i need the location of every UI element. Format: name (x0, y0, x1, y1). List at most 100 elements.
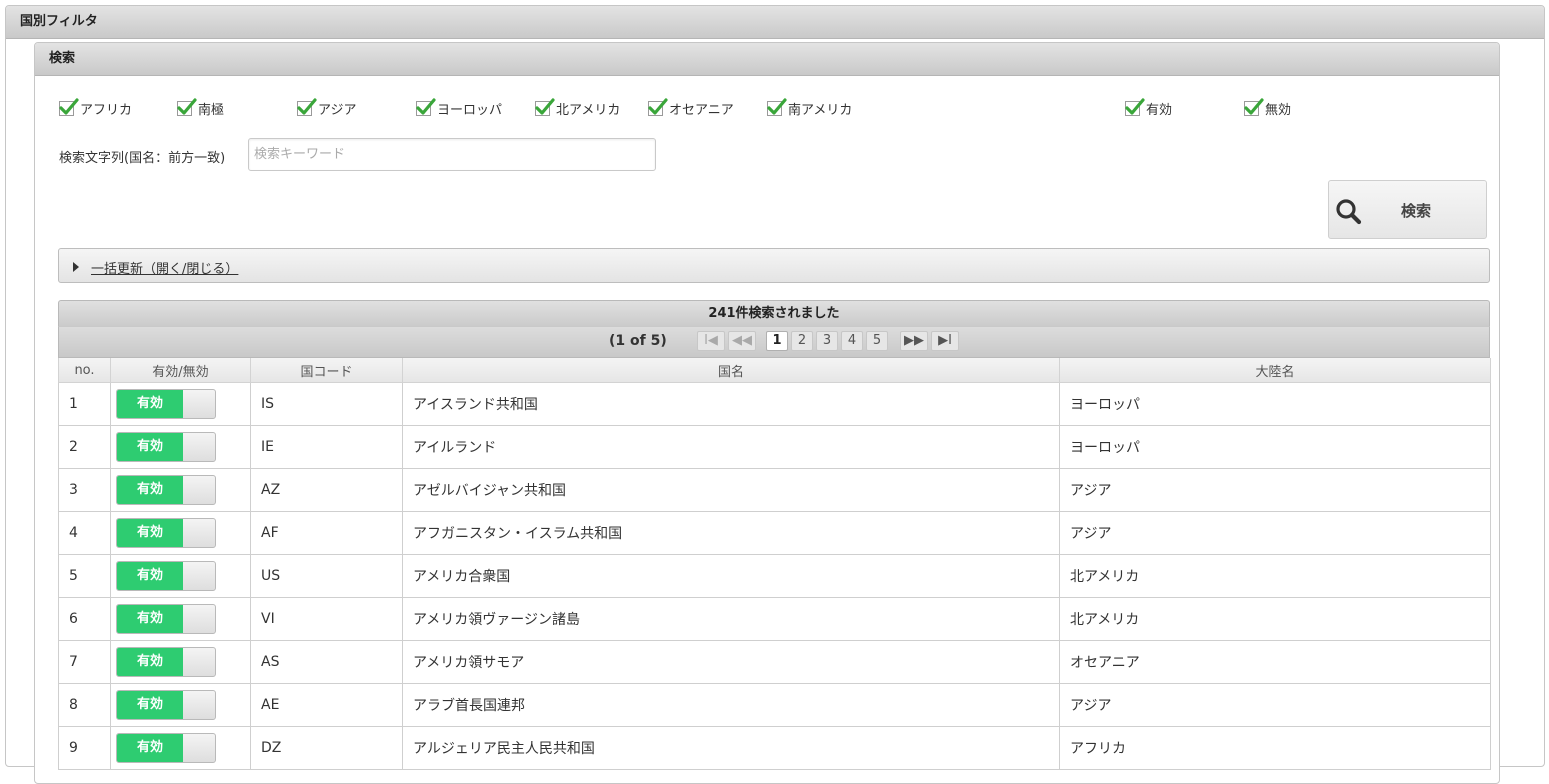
paginator: (1 of 5) I◀ ◀◀ 1 2 3 4 5 ▶▶ ▶I (58, 326, 1490, 358)
checkbox-label: 南アメリカ (788, 102, 853, 118)
last-page-button[interactable]: ▶I (931, 331, 959, 351)
column-header-status[interactable]: 有効/無効 (110, 358, 251, 383)
toggle-on-label: 有効 (117, 691, 183, 719)
table-row: 1 有効 IS アイスランド共和国 ヨーロッパ (58, 382, 1491, 426)
checkbox-africa[interactable]: アフリカ (59, 97, 132, 118)
status-toggle[interactable]: 有効 (116, 604, 216, 634)
status-toggle[interactable]: 有効 (116, 389, 216, 419)
table-row: 4 有効 AF アフガニスタン・イスラム共和国 アジア (58, 511, 1491, 555)
toggle-on-label: 有効 (117, 605, 183, 633)
row-no: 3 (58, 468, 111, 512)
row-no: 9 (58, 726, 111, 770)
toggle-on-label: 有効 (117, 562, 183, 590)
toggle-on-label: 有効 (117, 519, 183, 547)
continent-name: ヨーロッパ (1059, 382, 1491, 426)
continent-name: ヨーロッパ (1059, 425, 1491, 469)
page-button-2[interactable]: 2 (791, 331, 813, 351)
status-cell: 有効 (110, 683, 251, 727)
country-name: アメリカ領ヴァージン諸島 (402, 597, 1060, 641)
table-row: 9 有効 DZ アルジェリア民主人民共和国 アフリカ (58, 726, 1491, 770)
checkbox-label: アジア (318, 102, 357, 118)
row-no: 7 (58, 640, 111, 684)
table-header-row: no. 有効/無効 国コード 国名 大陸名 (58, 358, 1491, 383)
country-name: アイルランド (402, 425, 1060, 469)
country-code: AE (250, 683, 403, 727)
page-button-1[interactable]: 1 (766, 331, 788, 351)
country-name: アイスランド共和国 (402, 382, 1060, 426)
checkbox-disabled[interactable]: 無効 (1244, 97, 1292, 118)
status-cell: 有効 (110, 640, 251, 684)
status-toggle[interactable]: 有効 (116, 647, 216, 677)
column-header-name[interactable]: 国名 (402, 358, 1060, 383)
search-button[interactable]: 検索 (1328, 180, 1487, 239)
status-toggle[interactable]: 有効 (116, 518, 216, 548)
status-toggle[interactable]: 有効 (116, 690, 216, 720)
status-cell: 有効 (110, 468, 251, 512)
first-page-button[interactable]: I◀ (697, 331, 725, 351)
page-button-5[interactable]: 5 (866, 331, 888, 351)
page-button-4[interactable]: 4 (841, 331, 863, 351)
results-count: 241件検索されました (58, 300, 1490, 326)
toggle-on-label: 有効 (117, 390, 183, 418)
country-code: IE (250, 425, 403, 469)
status-toggle[interactable]: 有効 (116, 475, 216, 505)
country-code: DZ (250, 726, 403, 770)
checkbox-oceania[interactable]: オセアニア (648, 97, 734, 118)
status-cell: 有効 (110, 554, 251, 598)
continent-name: 北アメリカ (1059, 554, 1491, 598)
column-header-code[interactable]: 国コード (250, 358, 403, 383)
table-row: 2 有効 IE アイルランド ヨーロッパ (58, 425, 1491, 469)
search-panel-title: 検索 (35, 43, 1499, 76)
bulk-update-toggle[interactable]: 一括更新（開く/閉じる） (58, 248, 1490, 283)
page-button-3[interactable]: 3 (816, 331, 838, 351)
checkbox-label: 北アメリカ (556, 102, 621, 118)
column-header-continent[interactable]: 大陸名 (1059, 358, 1491, 383)
country-code: IS (250, 382, 403, 426)
country-name: アラブ首長国連邦 (402, 683, 1060, 727)
page-info: (1 of 5) (609, 333, 667, 349)
row-no: 4 (58, 511, 111, 555)
row-no: 1 (58, 382, 111, 426)
table-row: 6 有効 VI アメリカ領ヴァージン諸島 北アメリカ (58, 597, 1491, 641)
country-name: アルジェリア民主人民共和国 (402, 726, 1060, 770)
table-row: 8 有効 AE アラブ首長国連邦 アジア (58, 683, 1491, 727)
caret-right-icon (73, 262, 79, 272)
check-icon (177, 97, 197, 116)
continent-name: アジア (1059, 511, 1491, 555)
status-cell: 有効 (110, 597, 251, 641)
continent-name: アジア (1059, 683, 1491, 727)
checkbox-north-america[interactable]: 北アメリカ (535, 97, 621, 118)
search-field-label: 検索文字列(国名：前方一致) (59, 151, 226, 166)
bulk-update-link[interactable]: 一括更新（開く/閉じる） (91, 258, 238, 277)
row-no: 5 (58, 554, 111, 598)
table-row: 7 有効 AS アメリカ領サモア オセアニア (58, 640, 1491, 684)
prev-page-button[interactable]: ◀◀ (728, 331, 756, 351)
search-input[interactable] (248, 138, 656, 171)
country-code: AS (250, 640, 403, 684)
continent-name: アジア (1059, 468, 1491, 512)
next-page-button[interactable]: ▶▶ (900, 331, 928, 351)
checkbox-label: オセアニア (669, 102, 734, 118)
check-icon (297, 97, 317, 116)
checkbox-antarctica[interactable]: 南極 (177, 97, 224, 118)
checkbox-asia[interactable]: アジア (297, 97, 357, 118)
check-icon (1125, 97, 1145, 116)
row-no: 6 (58, 597, 111, 641)
continent-name: アフリカ (1059, 726, 1491, 770)
check-icon (416, 97, 436, 116)
checkbox-enabled[interactable]: 有効 (1125, 97, 1172, 118)
results-table-panel: 241件検索されました (1 of 5) I◀ ◀◀ 1 2 3 4 5 ▶▶ … (58, 300, 1491, 770)
country-table: no. 有効/無効 国コード 国名 大陸名 1 有効 IS アイスランド共和国 ヨーロッ… (58, 358, 1491, 770)
status-toggle[interactable]: 有効 (116, 432, 216, 462)
checkbox-label: 無効 (1265, 102, 1292, 118)
checkbox-europe[interactable]: ヨーロッパ (416, 97, 503, 118)
status-toggle[interactable]: 有効 (116, 561, 216, 591)
column-header-no[interactable]: no. (58, 358, 111, 383)
status-toggle[interactable]: 有効 (116, 733, 216, 763)
checkbox-label: ヨーロッパ (437, 102, 503, 118)
checkbox-south-america[interactable]: 南アメリカ (767, 97, 853, 118)
search-icon (1335, 198, 1363, 230)
search-button-label: 検索 (1401, 202, 1432, 220)
toggle-on-label: 有効 (117, 648, 183, 676)
check-icon (648, 97, 668, 116)
